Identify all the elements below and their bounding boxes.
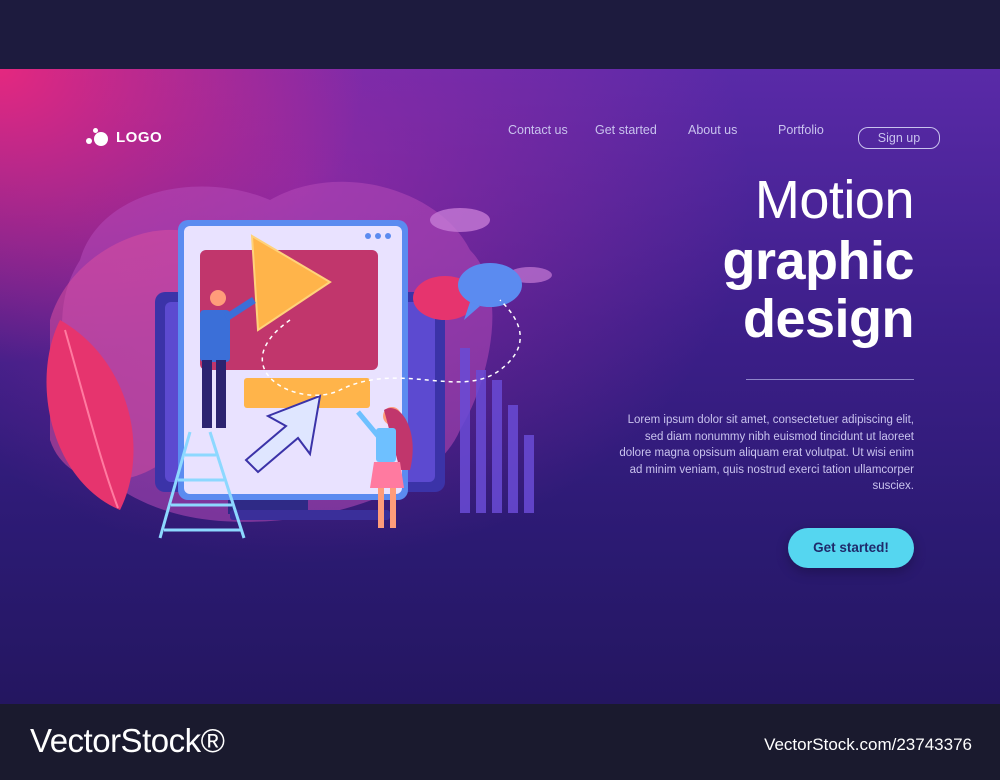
- nav-portfolio[interactable]: Portfolio: [778, 123, 824, 137]
- hero-illustration: [46, 181, 552, 539]
- logo-mark-icon: [84, 126, 110, 148]
- hero-body-text: Lorem ipsum dolor sit amet, consectetuer…: [619, 414, 914, 492]
- top-band: [0, 0, 1000, 69]
- logo[interactable]: LOGO: [84, 126, 162, 148]
- divider: [746, 379, 914, 380]
- watermark-url: VectorStock.com/23743376: [764, 735, 972, 754]
- get-started-button[interactable]: Get started!: [788, 528, 914, 568]
- nav-get-started[interactable]: Get started: [595, 123, 657, 137]
- nav-about-us[interactable]: About us: [688, 123, 737, 137]
- hero-title-line-2: graphic: [722, 231, 914, 291]
- hero-title: Motion graphic design: [722, 168, 914, 348]
- watermark-brand: VectorStock®: [30, 722, 225, 759]
- hero-title-line-3: design: [742, 289, 915, 349]
- hero-title-line-1: Motion: [754, 170, 915, 230]
- logo-text: LOGO: [116, 128, 163, 146]
- nav-contact-us[interactable]: Contact us: [508, 123, 568, 137]
- sign-up-button[interactable]: Sign up: [858, 127, 940, 149]
